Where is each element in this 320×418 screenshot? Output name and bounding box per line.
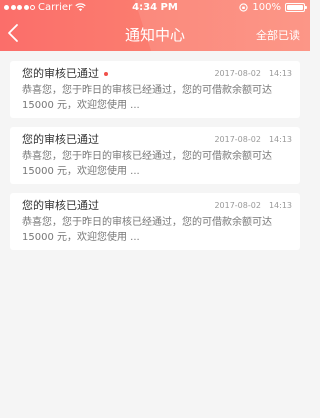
notification-time: 14:13: [268, 201, 292, 210]
notification-body: 恭喜您，您于昨日的审核已经通过，您的可借款余额可达 15000 元，欢迎您使用 …: [22, 149, 292, 179]
notification-title: 您的审核已通过: [22, 199, 99, 212]
notification-date: 2017-08-02: [214, 135, 261, 144]
battery-icon: [285, 3, 307, 12]
unread-dot: [104, 72, 108, 76]
notification-card[interactable]: 您的审核已通过 2017-08-02 14:13 恭喜您，您于昨日的审核已经通过…: [10, 61, 300, 118]
notification-timestamp: 2017-08-02 14:13: [214, 135, 292, 144]
notification-date: 2017-08-02: [214, 69, 261, 78]
notification-timestamp: 2017-08-02 14:13: [214, 201, 292, 210]
notification-body-line: 恭喜您，您于昨日的审核已经通过，您的可借款余额可达: [22, 151, 272, 162]
notification-card[interactable]: 您的审核已通过 2017-08-02 14:13 恭喜您，您于昨日的审核已经通过…: [10, 193, 300, 250]
battery-percent: 100%: [252, 2, 281, 13]
notification-body-line: 15000 元，欢迎您使用 ...: [22, 166, 140, 177]
notification-date: 2017-08-02: [214, 201, 261, 210]
notification-body-line: 恭喜您，您于昨日的审核已经通过，您的可借款余额可达: [22, 217, 272, 228]
notification-body-line: 恭喜您，您于昨日的审核已经通过，您的可借款余额可达: [22, 85, 272, 96]
chevron-left-icon: [8, 24, 18, 42]
notification-card[interactable]: 您的审核已通过 2017-08-02 14:13 恭喜您，您于昨日的审核已经通过…: [10, 127, 300, 184]
header: Carrier 4:34 PM 100% 通知中心 全部已读: [0, 0, 310, 51]
notification-body-line: 15000 元，欢迎您使用 ...: [22, 232, 140, 243]
mark-all-read-button[interactable]: 全部已读: [256, 27, 300, 43]
notification-body: 恭喜您，您于昨日的审核已经通过，您的可借款余额可达 15000 元，欢迎您使用 …: [22, 83, 292, 113]
notification-body: 恭喜您，您于昨日的审核已经通过，您的可借款余额可达 15000 元，欢迎您使用 …: [22, 215, 292, 245]
status-bar: Carrier 4:34 PM 100%: [0, 0, 310, 16]
notification-time: 14:13: [268, 69, 292, 78]
nav-bar: 通知中心 全部已读: [0, 16, 310, 51]
back-button[interactable]: [6, 23, 26, 45]
notification-time: 14:13: [268, 135, 292, 144]
notification-title: 您的审核已通过: [22, 133, 99, 146]
notification-title: 您的审核已通过: [22, 67, 99, 80]
rotation-lock-icon: [239, 3, 249, 12]
notification-body-line: 15000 元，欢迎您使用 ...: [22, 100, 140, 111]
notification-list: 您的审核已通过 2017-08-02 14:13 恭喜您，您于昨日的审核已经通过…: [10, 61, 300, 259]
notification-timestamp: 2017-08-02 14:13: [214, 69, 292, 78]
